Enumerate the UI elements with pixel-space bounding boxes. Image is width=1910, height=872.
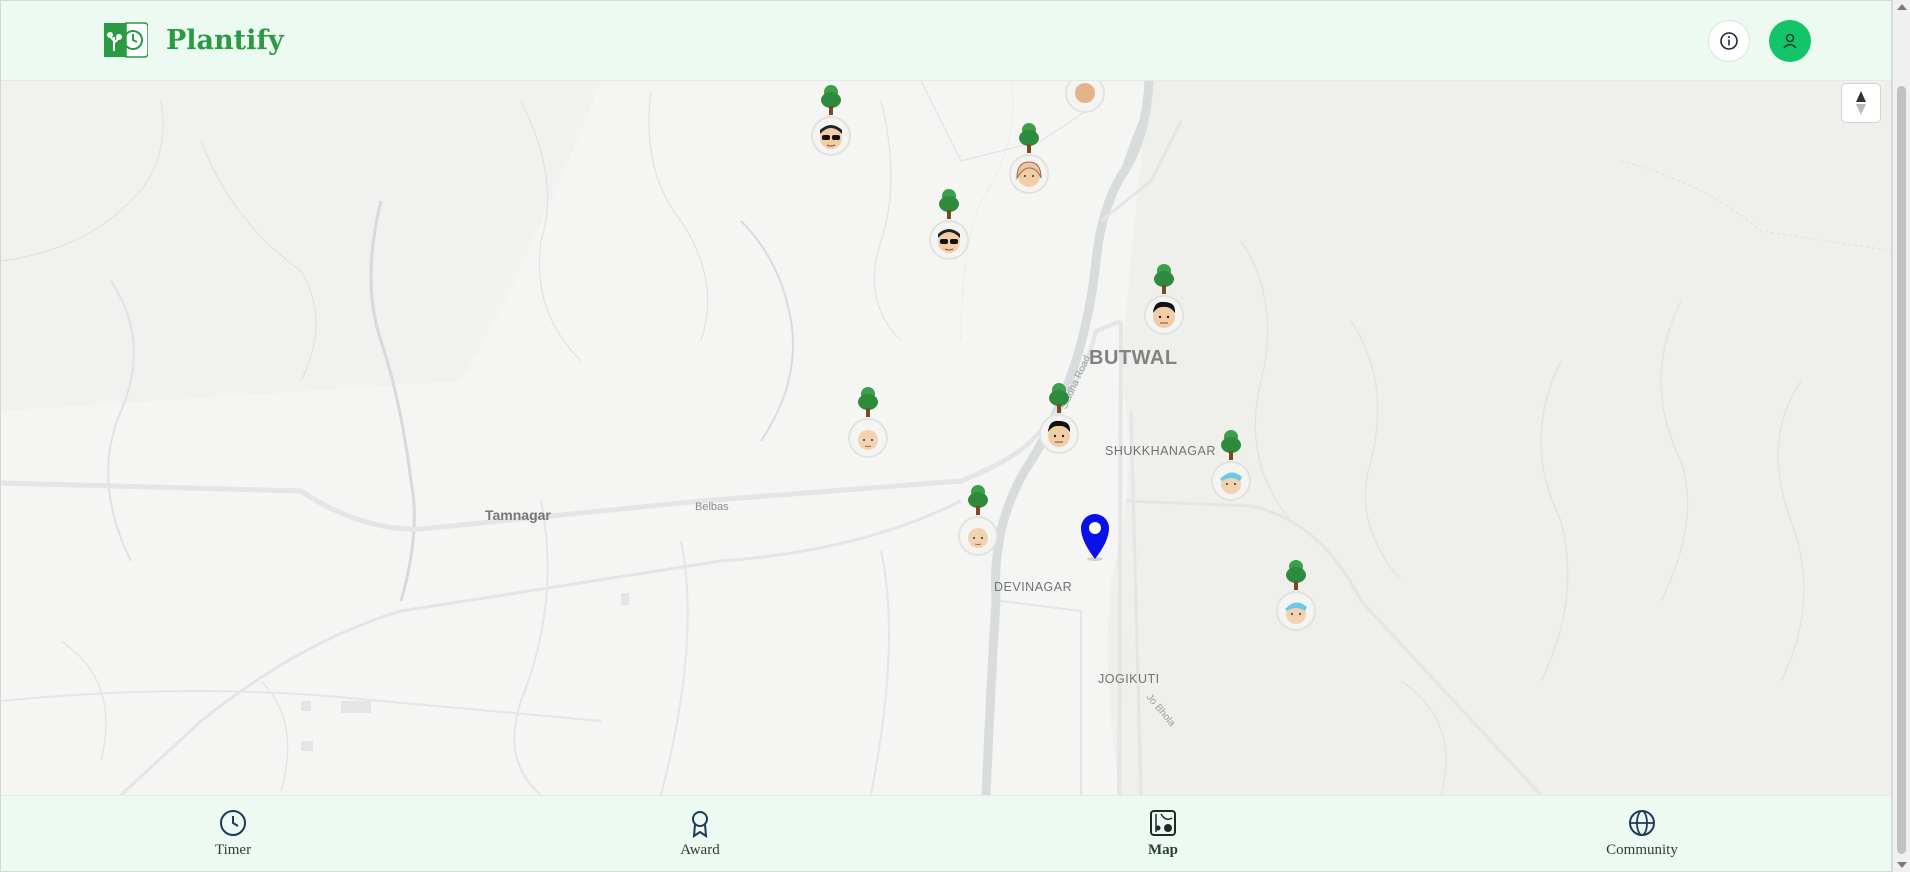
avatar xyxy=(1211,461,1251,501)
scrollbar[interactable] xyxy=(1892,0,1910,872)
map-label-belbas: Belbas xyxy=(695,501,729,513)
location-pin-icon[interactable] xyxy=(1077,511,1113,561)
nav-item-award[interactable]: Award xyxy=(620,808,780,859)
tree-marker[interactable] xyxy=(958,484,998,556)
brand-logo[interactable]: Plantify xyxy=(104,21,284,59)
tree-icon xyxy=(1286,560,1306,590)
nav-label: Community xyxy=(1606,842,1678,858)
nav-item-community[interactable]: Community xyxy=(1562,808,1722,859)
tree-icon xyxy=(1221,430,1241,460)
avatar xyxy=(1065,81,1105,113)
avatar xyxy=(1144,295,1184,335)
tree-marker[interactable] xyxy=(929,188,969,260)
tree-marker[interactable] xyxy=(1211,429,1251,501)
map-label-butwal: BUTWAL xyxy=(1089,347,1178,369)
tree-icon xyxy=(939,189,959,219)
avatar xyxy=(929,220,969,260)
info-button[interactable] xyxy=(1708,20,1750,62)
scrollbar-thumb[interactable] xyxy=(1897,86,1906,854)
avatar xyxy=(958,516,998,556)
map-label-tamnagar: Tamnagar xyxy=(485,507,551,523)
tree-marker[interactable] xyxy=(1065,81,1105,145)
map-label-shukkhanagar: SHUKKHANAGAR xyxy=(1105,444,1216,458)
tree-icon xyxy=(1154,264,1174,294)
user-icon xyxy=(1783,33,1797,49)
tree-marker[interactable] xyxy=(1039,382,1079,454)
scroll-up-arrow[interactable] xyxy=(1897,4,1907,10)
tree-icon xyxy=(1049,383,1069,413)
tree-icon xyxy=(968,485,988,515)
avatar xyxy=(1039,414,1079,454)
compass-icon xyxy=(1856,91,1866,115)
profile-button[interactable] xyxy=(1769,20,1811,62)
tree-marker[interactable] xyxy=(1276,559,1316,631)
map-view[interactable]: BUTWAL SHUKKHANAGAR DEVINAGAR JOGIKUTI T… xyxy=(1,81,1891,795)
tree-icon xyxy=(821,85,841,115)
tree-icon xyxy=(858,387,878,417)
clock-icon xyxy=(220,810,246,836)
app-name: Plantify xyxy=(166,24,284,56)
avatar xyxy=(848,418,888,458)
tree-marker[interactable] xyxy=(1144,263,1184,335)
tree-icon xyxy=(1019,123,1039,153)
plantify-logo-icon xyxy=(104,22,148,58)
nav-label: Timer xyxy=(214,842,252,858)
avatar xyxy=(1276,591,1316,631)
info-icon xyxy=(1720,32,1738,50)
globe-icon xyxy=(1629,810,1655,836)
scroll-down-arrow[interactable] xyxy=(1897,862,1907,868)
map-label-jogikuti: JOGIKUTI xyxy=(1098,672,1160,686)
tree-marker[interactable] xyxy=(811,84,851,156)
avatar xyxy=(1009,154,1049,194)
map-label-devinagar: DEVINAGAR xyxy=(994,580,1073,594)
avatar xyxy=(811,116,851,156)
compass-button[interactable] xyxy=(1842,84,1880,122)
map-icon xyxy=(1150,810,1176,836)
award-icon xyxy=(692,811,708,838)
nav-label: Map xyxy=(1148,842,1178,858)
nav-item-map[interactable]: Map xyxy=(1083,808,1243,859)
tree-marker[interactable] xyxy=(1009,122,1049,194)
top-header: Plantify xyxy=(1,1,1891,81)
nav-label: Award xyxy=(680,842,720,858)
nav-item-timer[interactable]: Timer xyxy=(153,808,313,859)
tree-marker[interactable] xyxy=(848,386,888,458)
app-window: Plantify BUTWAL SHUKKHANAGAR DEVINAGAR J… xyxy=(0,0,1892,872)
bottom-navigation: Timer Award Map Community xyxy=(1,795,1891,871)
